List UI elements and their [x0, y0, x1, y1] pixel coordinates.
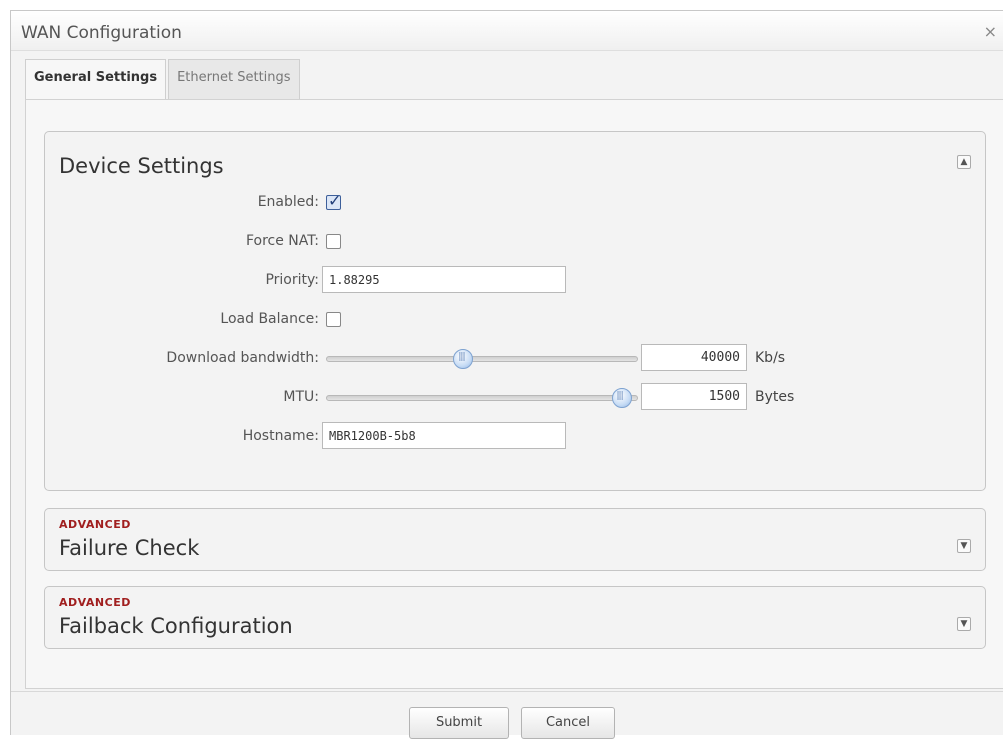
- device-settings-title: Device Settings: [59, 154, 224, 178]
- download-bandwidth-slider-handle[interactable]: [453, 349, 474, 369]
- load-balance-checkbox[interactable]: [326, 312, 341, 327]
- hostname-input[interactable]: [322, 422, 566, 449]
- advanced-tag: ADVANCED: [59, 596, 131, 609]
- expand-toggle-icon[interactable]: ▼: [957, 539, 971, 553]
- failure-check-title: Failure Check: [59, 536, 200, 560]
- mtu-slider-handle[interactable]: [611, 388, 632, 408]
- failure-check-panel[interactable]: ADVANCED Failure Check ▼: [44, 508, 986, 571]
- wan-configuration-dialog: WAN Configuration × General Settings Eth…: [10, 10, 1003, 739]
- cancel-button[interactable]: Cancel: [521, 707, 615, 739]
- failback-configuration-title: Failback Configuration: [59, 614, 293, 638]
- download-bandwidth-label: Download bandwidth:: [166, 350, 319, 366]
- dialog-title: WAN Configuration: [21, 23, 182, 43]
- tab-ethernet-settings[interactable]: Ethernet Settings: [168, 59, 300, 99]
- collapse-toggle-icon[interactable]: ▲: [957, 155, 971, 169]
- download-bandwidth-unit: Kb/s: [755, 350, 786, 366]
- enabled-checkbox[interactable]: [326, 191, 341, 210]
- advanced-tag: ADVANCED: [59, 518, 131, 531]
- dialog-titlebar: WAN Configuration ×: [11, 11, 1003, 51]
- mtu-input[interactable]: [641, 383, 747, 410]
- tab-content: Device Settings ▲ Enabled: Force NAT: Pr…: [25, 99, 1003, 689]
- download-bandwidth-input[interactable]: [641, 344, 747, 371]
- mtu-slider[interactable]: [326, 388, 638, 408]
- expand-toggle-icon[interactable]: ▼: [957, 617, 971, 631]
- force-nat-checkbox[interactable]: [326, 234, 341, 249]
- hostname-label: Hostname:: [242, 428, 319, 444]
- tab-general-settings[interactable]: General Settings: [25, 59, 167, 100]
- submit-button[interactable]: Submit: [409, 707, 509, 739]
- mtu-label: MTU:: [283, 389, 319, 405]
- device-settings-panel: Device Settings ▲ Enabled: Force NAT: Pr…: [44, 131, 986, 491]
- download-bandwidth-slider[interactable]: [326, 349, 638, 369]
- priority-label: Priority:: [265, 272, 319, 288]
- tab-bar: General Settings Ethernet Settings: [25, 59, 302, 100]
- mtu-unit: Bytes: [755, 389, 795, 405]
- close-icon[interactable]: ×: [984, 22, 997, 41]
- failback-configuration-panel[interactable]: ADVANCED Failback Configuration ▼: [44, 586, 986, 649]
- dialog-footer: Submit Cancel: [11, 691, 1003, 739]
- priority-input[interactable]: [322, 266, 566, 293]
- load-balance-label: Load Balance:: [220, 311, 319, 327]
- force-nat-label: Force NAT:: [245, 233, 319, 249]
- enabled-label: Enabled:: [257, 194, 319, 210]
